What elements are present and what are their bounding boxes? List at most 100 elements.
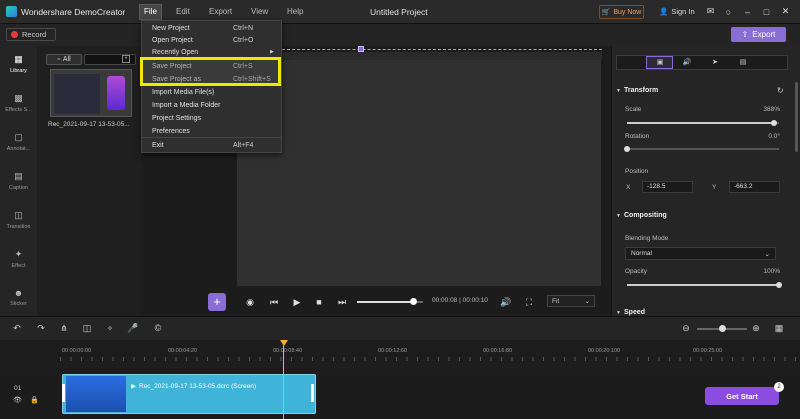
buy-now-button[interactable]: 🛒 Buy Now — [599, 5, 644, 19]
fit-select-value: Fit — [552, 297, 560, 305]
undo-icon[interactable]: ↶ — [11, 322, 23, 334]
ruler-tick-label: 00:00:16:80 — [483, 348, 513, 354]
main-toolbar — [0, 24, 800, 46]
sidebar-item-library[interactable]: ▦ Library — [0, 54, 37, 74]
menu-item-exit[interactable]: Exit Alt+F4 — [142, 140, 281, 152]
camera-icon[interactable]: ◉ — [244, 296, 256, 308]
library-icon: ▦ — [14, 54, 23, 64]
effect-icon: ✦ — [14, 249, 23, 259]
position-x-input[interactable]: -128.5 — [642, 181, 693, 193]
sign-in-button[interactable]: 👤 Sign In — [659, 7, 695, 16]
clip-trim-handle-right[interactable] — [311, 384, 314, 402]
stop-icon[interactable]: ■ — [313, 296, 325, 308]
microphone-icon[interactable]: 🎤 — [127, 322, 139, 334]
sidebar-item-label: Caption — [9, 185, 28, 191]
scale-slider-fill — [627, 122, 775, 124]
ruler-ticks — [60, 357, 800, 361]
properties-scrollbar[interactable] — [795, 82, 798, 152]
fit-timeline-icon[interactable]: ▦ — [773, 322, 785, 334]
zoom-in-icon[interactable]: ⊕ — [750, 322, 762, 334]
menu-file[interactable]: File — [144, 7, 157, 16]
sidebar-item-label: Library — [10, 68, 27, 74]
add-media-icon[interactable]: + — [122, 55, 130, 63]
next-frame-icon[interactable]: ⏭ — [336, 296, 348, 308]
collapse-transform-icon[interactable]: ▼ — [616, 88, 621, 94]
menu-item-new-project[interactable]: New Project Ctrl+N — [142, 23, 281, 35]
scale-value: 388% — [763, 106, 780, 113]
section-transform[interactable]: Transform — [624, 87, 658, 94]
menu-edit[interactable]: Edit — [176, 7, 190, 16]
caption-icon: ▤ — [14, 171, 23, 181]
sidebar-item-label: Sticker — [10, 301, 27, 307]
menu-item-project-settings[interactable]: Project Settings — [142, 113, 281, 125]
menu-view[interactable]: View — [251, 7, 268, 16]
export-icon: ⇧ — [741, 30, 749, 39]
minimize-icon[interactable]: – — [741, 5, 754, 18]
split-icon[interactable]: ◫ — [81, 322, 93, 334]
opacity-slider-knob[interactable] — [776, 282, 782, 288]
cursor-icon[interactable]: ➤ — [709, 58, 721, 68]
sidebar-item-effect[interactable]: ✦ Effect — [0, 249, 37, 269]
add-to-timeline-button[interactable]: + — [208, 293, 226, 311]
menu-export[interactable]: Export — [209, 7, 232, 16]
sidebar-item-caption[interactable]: ▤ Caption — [0, 171, 37, 191]
selection-handle[interactable] — [358, 46, 364, 52]
preview-canvas[interactable] — [237, 52, 601, 286]
redo-icon[interactable]: ↷ — [35, 322, 47, 334]
eye-icon[interactable]: 👁 — [13, 396, 22, 404]
library-tab-all[interactable]: ▫ All — [46, 54, 82, 65]
zoom-out-icon[interactable]: ⊖ — [680, 322, 692, 334]
play-icon[interactable]: ▶ — [291, 296, 303, 308]
menu-help[interactable]: Help — [287, 7, 303, 16]
marker-icon[interactable]: ⚬ — [104, 322, 116, 334]
headset-icon[interactable]: ○ — [722, 5, 735, 18]
export-button[interactable]: ⇧ Export — [731, 27, 786, 42]
menu-separator — [141, 137, 282, 138]
crop-icon[interactable]: ⋔ — [58, 322, 70, 334]
fit-select[interactable]: Fit ⌄ — [547, 295, 595, 307]
playback-progress-knob[interactable] — [409, 298, 417, 305]
section-compositing[interactable]: Compositing — [624, 212, 667, 219]
opacity-slider-fill — [627, 284, 779, 286]
menu-item-label: Import a Media Folder — [152, 102, 221, 109]
menu-item-shortcut: Alt+F4 — [233, 142, 254, 149]
volume-icon[interactable]: 🔊 — [500, 296, 512, 308]
maximize-icon[interactable]: □ — [760, 5, 773, 18]
media-thumbnail[interactable] — [50, 69, 132, 117]
caption-tab-icon[interactable]: ▤ — [737, 58, 749, 68]
sidebar-item-label: Effects S... — [5, 107, 32, 113]
rotation-slider-knob[interactable] — [624, 146, 630, 152]
reset-icon[interactable]: ↻ — [777, 86, 784, 95]
sidebar-item-transition[interactable]: ◫ Transition — [0, 210, 37, 230]
prev-frame-icon[interactable]: ⏮ — [268, 296, 280, 308]
timeline-ruler[interactable] — [0, 340, 800, 370]
position-y-input[interactable]: -663.2 — [729, 181, 780, 193]
collapse-compositing-icon[interactable]: ▼ — [616, 213, 621, 219]
ruler-tick-label: 00:00:12:60 — [378, 348, 408, 354]
file-dropdown-menu: New Project Ctrl+N Open Project Ctrl+O Rec… — [141, 20, 282, 153]
effects-icon: ▩ — [14, 93, 23, 103]
timeline-zoom-knob[interactable] — [719, 325, 726, 332]
audio-icon[interactable]: 🔊 — [681, 58, 693, 68]
get-start-button[interactable]: Get Start — [705, 387, 779, 405]
menu-item-open-project[interactable]: Open Project Ctrl+O — [142, 35, 281, 47]
mail-icon[interactable]: ✉ — [704, 5, 717, 18]
video-clip-icon: ▶ — [131, 383, 136, 390]
blending-mode-select[interactable]: Normal ⌄ — [625, 247, 776, 260]
project-title: Untitled Project — [370, 7, 428, 17]
rotation-slider[interactable] — [627, 148, 779, 150]
sidebar-item-annotation[interactable]: ▢ Annotat... — [0, 132, 37, 152]
section-speed[interactable]: Speed — [624, 309, 645, 316]
sticker-icon: ☻ — [13, 288, 24, 298]
sidebar-item-effects-s[interactable]: ▩ Effects S... — [0, 93, 37, 113]
copyright-icon[interactable]: © — [152, 322, 164, 334]
thumbnail-phone — [107, 76, 125, 110]
record-button[interactable]: Record — [6, 28, 56, 41]
menu-item-import-media-files[interactable]: Import Media File(s) — [142, 87, 281, 99]
lock-icon[interactable]: 🔒 — [30, 396, 39, 404]
sidebar-item-sticker[interactable]: ☻ Sticker — [0, 288, 37, 307]
clip-trim-handle-left[interactable] — [62, 384, 65, 402]
menu-item-import-media-folder[interactable]: Import a Media Folder — [142, 100, 281, 112]
close-icon[interactable]: ✕ — [779, 5, 792, 18]
fullscreen-icon[interactable]: ⛶ — [523, 296, 535, 308]
